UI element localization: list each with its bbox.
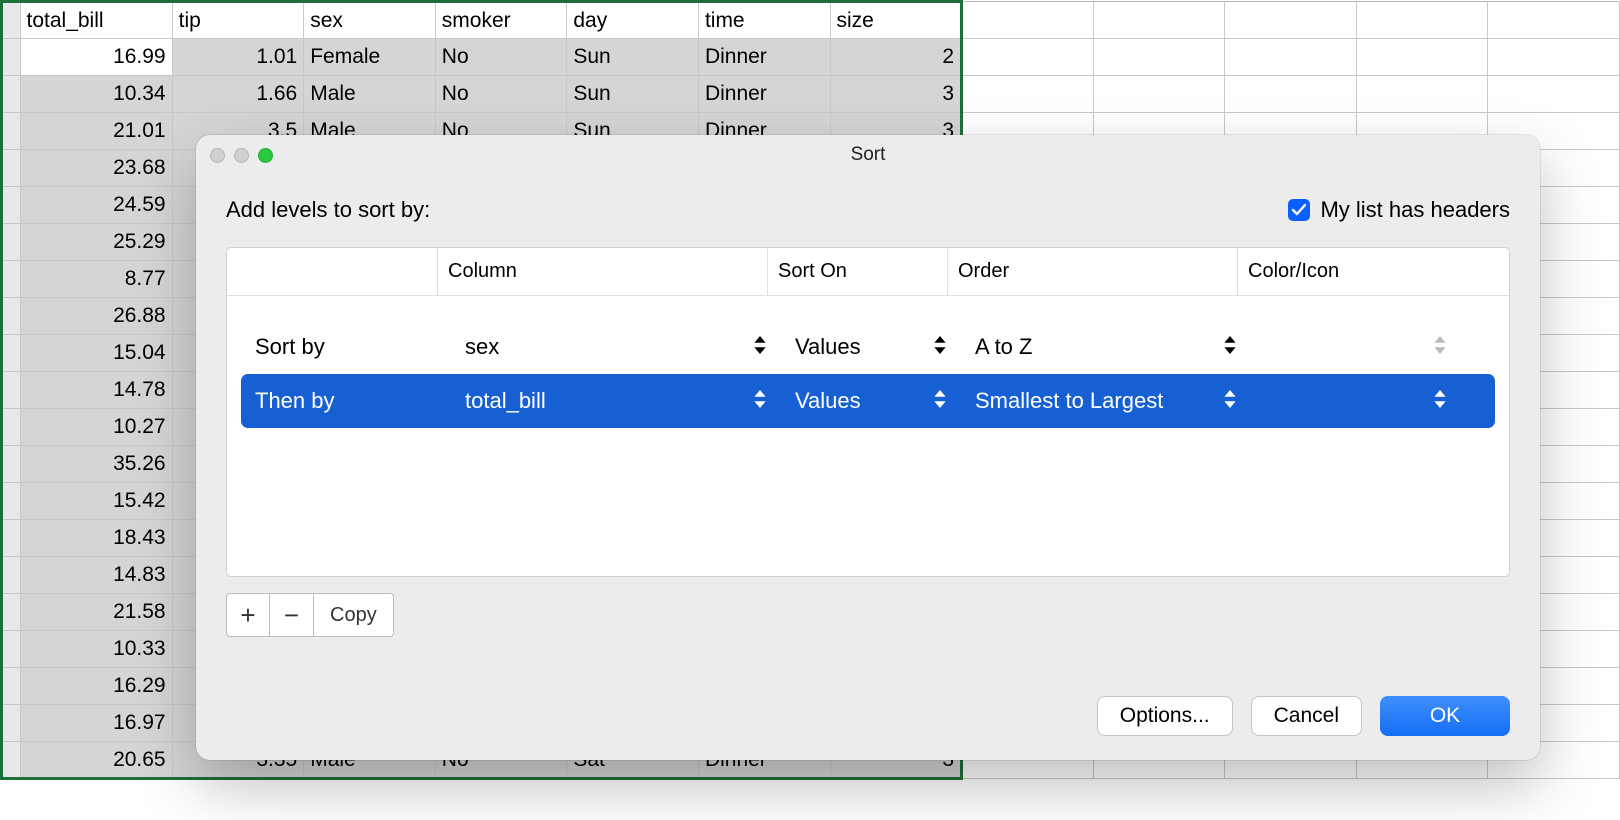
level-label: Then by [241, 374, 451, 428]
headers-checkbox[interactable]: My list has headers [1288, 197, 1510, 223]
dialog-titlebar[interactable]: Sort [196, 135, 1540, 175]
cell-total_bill[interactable]: 16.97 [20, 705, 172, 742]
table-row[interactable]: 16.991.01FemaleNoSunDinner2 [2, 39, 1620, 76]
add-level-button[interactable]: + [226, 593, 270, 637]
cell-total_bill[interactable]: 16.29 [20, 668, 172, 705]
cell-total_bill[interactable]: 14.83 [20, 557, 172, 594]
col-header[interactable]: tip [172, 2, 304, 39]
cell-total_bill[interactable]: 10.27 [20, 409, 172, 446]
cell-sex[interactable]: Female [304, 39, 436, 76]
cell-tip[interactable]: 1.66 [172, 76, 304, 113]
cell-size[interactable]: 2 [830, 39, 962, 76]
cancel-button[interactable]: Cancel [1251, 696, 1362, 736]
col-header[interactable]: total_bill [20, 2, 172, 39]
checkmark-icon [1288, 199, 1310, 221]
cell-total_bill[interactable]: 10.34 [20, 76, 172, 113]
chevron-updown-icon [753, 334, 767, 360]
cell-tip[interactable]: 1.01 [172, 39, 304, 76]
cell-day[interactable]: Sun [567, 76, 699, 113]
cell-smoker[interactable]: No [435, 39, 567, 76]
cell-smoker[interactable]: No [435, 76, 567, 113]
chevron-updown-icon [933, 388, 947, 414]
cell-size[interactable]: 3 [830, 76, 962, 113]
checkbox-label: My list has headers [1320, 197, 1510, 223]
chevron-updown-icon [1433, 388, 1447, 414]
sort-dialog: Sort Add levels to sort by: My list has … [196, 135, 1540, 760]
cell-total_bill[interactable]: 26.88 [20, 298, 172, 335]
col-header[interactable]: size [830, 2, 962, 39]
chevron-updown-icon [753, 388, 767, 414]
cell-total_bill[interactable]: 15.42 [20, 483, 172, 520]
cell-total_bill[interactable]: 21.01 [20, 113, 172, 150]
sort-level[interactable]: Sort bysexValuesA to Z [241, 320, 1495, 374]
order-dropdown[interactable]: A to Z [961, 320, 1251, 374]
col-header[interactable]: smoker [435, 2, 567, 39]
chevron-updown-icon [1433, 334, 1447, 360]
remove-level-button[interactable]: − [270, 593, 314, 637]
col-header[interactable]: time [698, 2, 830, 39]
dialog-title: Sort [196, 144, 1540, 166]
copy-level-button[interactable]: Copy [314, 593, 394, 637]
cell-total_bill[interactable]: 15.04 [20, 335, 172, 372]
chevron-updown-icon [1223, 334, 1237, 360]
cell-time[interactable]: Dinner [698, 39, 830, 76]
column-dropdown[interactable]: total_bill [451, 374, 781, 428]
levels-header: Column Sort On Order Color/Icon [227, 248, 1509, 296]
header-row: total_bill tip sex smoker day time size [2, 2, 1620, 39]
table-row[interactable]: 10.341.66MaleNoSunDinner3 [2, 76, 1620, 113]
cell-sex[interactable]: Male [304, 76, 436, 113]
instruction-label: Add levels to sort by: [226, 197, 430, 223]
cell-total_bill[interactable]: 25.29 [20, 224, 172, 261]
cell-total_bill[interactable]: 14.78 [20, 372, 172, 409]
col-header[interactable]: day [567, 2, 699, 39]
level-label: Sort by [241, 320, 451, 374]
col-sorton: Sort On [767, 248, 947, 295]
ok-button[interactable]: OK [1380, 696, 1510, 736]
cell-day[interactable]: Sun [567, 39, 699, 76]
sort-level-selected[interactable]: Then bytotal_billValuesSmallest to Large… [241, 374, 1495, 428]
cell-total_bill[interactable]: 16.99 [20, 39, 172, 76]
col-order: Order [947, 248, 1237, 295]
col-header[interactable]: sex [304, 2, 436, 39]
cell-total_bill[interactable]: 35.26 [20, 446, 172, 483]
cell-total_bill[interactable]: 18.43 [20, 520, 172, 557]
coloricon-dropdown[interactable] [1251, 320, 1461, 374]
cell-total_bill[interactable]: 20.65 [20, 742, 172, 779]
sort-levels-panel: Column Sort On Order Color/Icon Sort bys… [226, 247, 1510, 577]
cell-total_bill[interactable]: 8.77 [20, 261, 172, 298]
sorton-dropdown[interactable]: Values [781, 320, 961, 374]
chevron-updown-icon [1223, 388, 1237, 414]
cell-total_bill[interactable]: 21.58 [20, 594, 172, 631]
sorton-dropdown[interactable]: Values [781, 374, 961, 428]
cell-total_bill[interactable]: 10.33 [20, 631, 172, 668]
cell-total_bill[interactable]: 23.68 [20, 150, 172, 187]
cell-total_bill[interactable]: 24.59 [20, 187, 172, 224]
coloricon-dropdown[interactable] [1251, 374, 1461, 428]
cell-time[interactable]: Dinner [698, 76, 830, 113]
col-coloricon: Color/Icon [1237, 248, 1447, 295]
column-dropdown[interactable]: sex [451, 320, 781, 374]
options-button[interactable]: Options... [1097, 696, 1233, 736]
col-column: Column [437, 248, 767, 295]
chevron-updown-icon [933, 334, 947, 360]
order-dropdown[interactable]: Smallest to Largest [961, 374, 1251, 428]
